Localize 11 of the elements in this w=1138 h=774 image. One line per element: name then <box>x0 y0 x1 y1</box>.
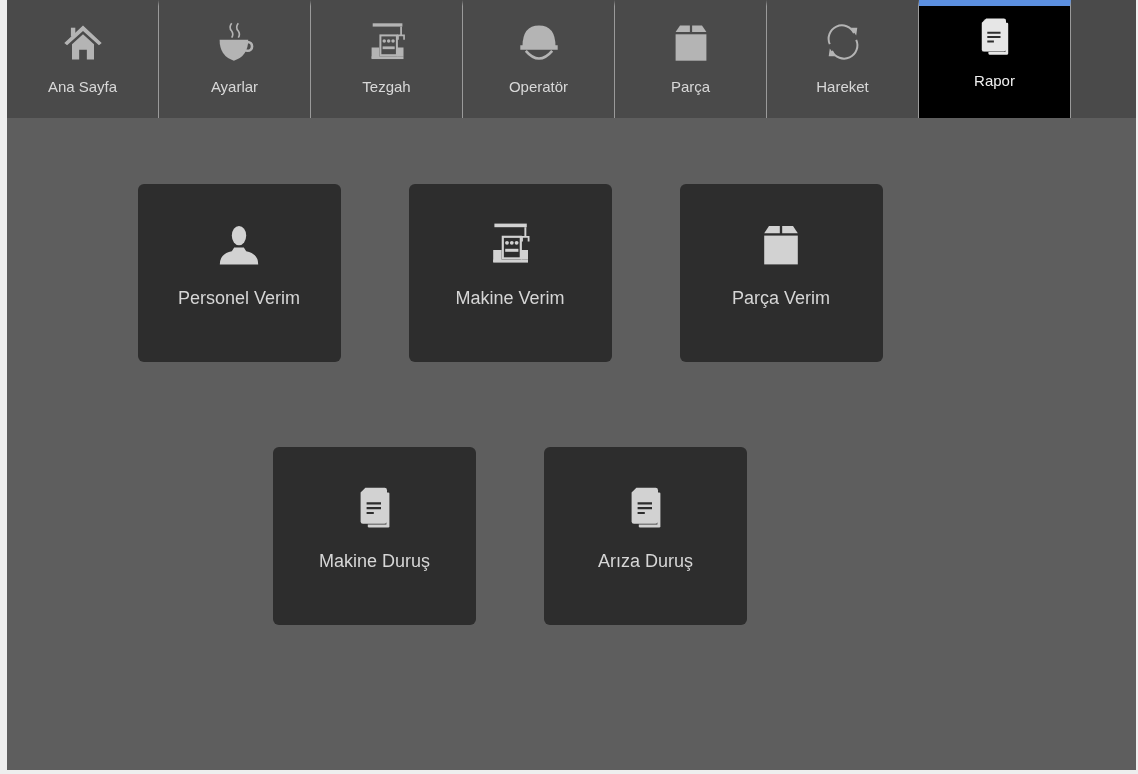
report-tile[interactable]: Makine Duruş <box>273 447 476 625</box>
nav-tab[interactable]: Rapor <box>919 0 1071 118</box>
nav-tab[interactable]: Ayarlar <box>159 0 311 118</box>
report-tile[interactable]: Personel Verim <box>137 184 341 362</box>
report-tile[interactable]: Makine Verim <box>408 184 612 362</box>
report-tile[interactable]: Arıza Duruş <box>544 447 747 625</box>
nav-tab[interactable]: Ana Sayfa <box>7 0 159 118</box>
nav-tab[interactable]: Operatör <box>463 0 615 118</box>
report-tile[interactable]: Parça Verim <box>679 184 883 362</box>
nav-tab[interactable]: Parça <box>615 0 767 118</box>
nav-tab[interactable]: Tezgah <box>311 0 463 118</box>
